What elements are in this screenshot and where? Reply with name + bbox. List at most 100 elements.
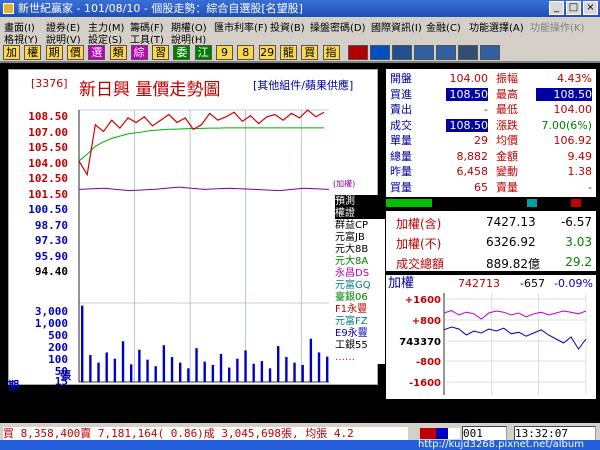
quote-value: 65	[474, 180, 488, 194]
menu-item-8[interactable]: 國際資訊(I)	[371, 19, 422, 34]
quote-row: 昨量 6,458 變動 1.38	[386, 165, 596, 178]
menu-item-9[interactable]: 金融(C)	[426, 19, 461, 34]
menu-item-5[interactable]: 匯市利率(F)	[214, 19, 268, 34]
toolbar-button-3[interactable]: 價	[66, 45, 84, 60]
index-cell-0: 加權(含)	[396, 217, 442, 231]
close-button[interactable]: ×	[583, 1, 598, 15]
volume-bar	[317, 352, 321, 382]
volume-bar	[179, 362, 182, 382]
toolbar-button-12[interactable]: 29	[258, 45, 276, 60]
index-row: 加權(含) 7427.13 -6.57	[386, 215, 596, 233]
volume-bar	[170, 357, 174, 382]
toolbar-button-9[interactable]: 江	[194, 45, 212, 60]
toolbar-button-8[interactable]: 委	[173, 45, 191, 60]
volume-bar	[121, 341, 125, 382]
volume-bar	[203, 361, 206, 382]
window-title: 新世紀贏家 - 101/08/10 - 個股走勢：綜合自選股[名望股]	[18, 2, 303, 15]
toolbar-button-15[interactable]: 指	[322, 45, 340, 60]
quote-label-2: 賣量	[496, 180, 518, 194]
quote-value: 108.50	[446, 87, 488, 101]
price-axis-label: 100.50	[28, 203, 68, 216]
quote-label: 昨量	[390, 165, 412, 178]
minimize-button[interactable]: _	[549, 1, 564, 15]
toolbar-button-14[interactable]: 買	[301, 45, 319, 60]
menu-item-11[interactable]: 功能操作(K)	[530, 19, 584, 34]
index-row: 加權(不) 6326.92 3.03	[386, 235, 596, 253]
quote-label: 賣出	[390, 103, 412, 116]
tool-icon-0[interactable]	[348, 45, 368, 60]
tool-icon-6[interactable]	[480, 45, 500, 60]
volume-bar	[81, 305, 84, 382]
price-axis-label: 102.50	[28, 172, 68, 185]
toolbar-button-1[interactable]: 權	[24, 45, 42, 60]
mini-axis-label: -800	[416, 357, 441, 368]
tool-icon-3[interactable]	[414, 45, 434, 60]
time-label: 9:00	[67, 385, 92, 386]
index-row: 成交總額 889.82億 29.2	[386, 255, 596, 273]
quote-value-2: 106.92	[553, 134, 593, 147]
toolbar-button-11[interactable]: 8	[237, 45, 255, 60]
quote-value: 29	[474, 134, 488, 147]
volume-bar	[138, 349, 141, 382]
quote-row: 總量 8,882 金額 9.49	[386, 150, 596, 163]
volume-bar	[236, 358, 239, 382]
toolbar-button-10[interactable]: 9	[216, 45, 233, 60]
menu-item-7[interactable]: 操盤密碼(D)	[310, 19, 366, 34]
quote-row: 開盤 104.00 振幅 4.43%	[386, 72, 596, 85]
maximize-button[interactable]: □	[566, 1, 581, 15]
price-line	[78, 109, 325, 177]
index-cell-2: -6.57	[560, 215, 592, 229]
volume-bar	[268, 368, 272, 382]
broker-item[interactable]: ‥‥‥	[335, 351, 385, 364]
quote-label-2: 金額	[496, 149, 518, 163]
mini-index-chart[interactable]: 加權 742713 -657 -0.09% +1600 +800 743370 -800 -16…	[386, 275, 596, 399]
menu-item-10[interactable]: 功能選擇(A)	[469, 19, 524, 34]
tool-icon-4[interactable]	[436, 45, 456, 60]
quote-value-2: 9.49	[567, 149, 593, 163]
toolbar-button-2[interactable]: 期	[45, 45, 63, 60]
toolbar: 加權期價選類綜習委江 9 8 29 龍買指	[0, 44, 600, 61]
toolbar-button-4[interactable]: 選	[88, 45, 106, 60]
price-axis-label: 97.30	[34, 234, 68, 247]
toolbar-button-0[interactable]: 加	[3, 45, 20, 60]
volume-bar	[277, 346, 280, 382]
quote-value-2: 1.38	[567, 165, 593, 178]
quote-label: 單量	[390, 134, 412, 147]
time-label: 13:00	[285, 385, 317, 386]
tool-icon-1[interactable]	[370, 45, 390, 60]
quote-label-2: 振幅	[496, 72, 518, 85]
tool-icon-5[interactable]	[458, 45, 478, 60]
volume-bar	[219, 353, 223, 382]
quote-row: 單量 29 均價 106.92	[386, 134, 596, 147]
tool-icon-2[interactable]	[392, 45, 412, 60]
menu-item-6[interactable]: 投資(B)	[270, 19, 305, 34]
price-axis-label: 104.00	[28, 157, 68, 170]
price-axis-label: 95.90	[34, 250, 68, 263]
volume-bar	[293, 362, 296, 382]
toolbar-button-13[interactable]: 龍	[279, 45, 297, 60]
index-cell-2: 29.2	[565, 255, 592, 269]
quote-label-2: 最低	[496, 103, 518, 116]
toolbar-button-6[interactable]: 綜	[130, 45, 148, 60]
quote-value-2: 104.00	[553, 103, 593, 116]
chart-note: [其他組件/蘋果供應]	[253, 79, 354, 92]
quote-label-2: 最高	[496, 87, 518, 101]
toolbar-button-7[interactable]: 習	[152, 45, 170, 60]
chart-title: 新日興 量價走勢圖	[79, 80, 221, 100]
volume-bar	[89, 355, 92, 382]
watermark-url: http://kujd3268.pixnet.net/album	[418, 439, 584, 450]
volume-bar	[260, 361, 264, 382]
limit-label: (加權)	[333, 178, 355, 188]
time-label: 10:00	[119, 385, 151, 386]
price-axis-label: 108.50	[28, 110, 68, 123]
quote-value-2: 108.50	[536, 87, 592, 101]
volume-bar	[326, 356, 329, 382]
volume-bar	[301, 364, 304, 382]
toolbar-button-5[interactable]: 類	[109, 45, 127, 60]
quote-value-2: 4.43%	[557, 72, 592, 85]
mini-axis-label: -1600	[409, 378, 441, 389]
time-label: 11:00	[174, 385, 206, 386]
volume-bar	[309, 338, 313, 382]
quote-label: 開盤	[390, 72, 412, 85]
volume-bar	[130, 364, 133, 382]
